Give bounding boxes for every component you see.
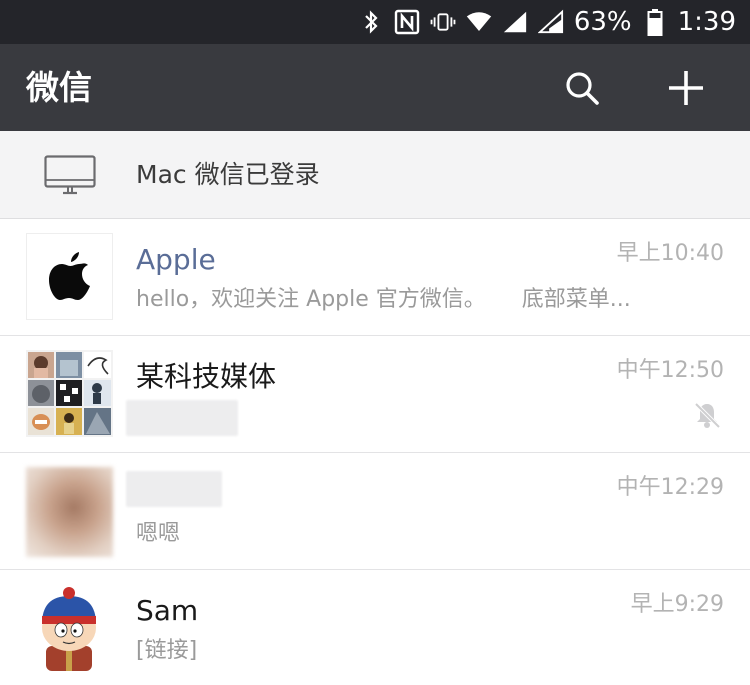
blurred-photo-avatar xyxy=(26,467,113,557)
cartoon-boy-avatar xyxy=(26,584,113,671)
chat-time: 早上10:40 xyxy=(616,241,724,266)
search-icon xyxy=(566,72,599,105)
clock: 1:39 xyxy=(677,7,736,37)
battery-icon xyxy=(642,9,668,36)
chat-name: Sam xyxy=(136,594,199,627)
chat-name: Apple xyxy=(136,243,216,276)
login-status-text: Mac 微信已登录 xyxy=(136,160,320,189)
signal-2-icon xyxy=(537,9,564,35)
nfc-icon xyxy=(394,9,420,35)
plus-icon xyxy=(669,71,703,105)
bluetooth-icon xyxy=(358,9,384,35)
desktop-login-banner[interactable]: Mac 微信已登录 xyxy=(0,131,750,219)
chat-preview: 嗯嗯 xyxy=(136,521,181,546)
chat-name: 某科技媒体 xyxy=(136,360,277,393)
chat-list: Apple 早上10:40 hello，欢迎关注 Apple 官方微信。 底部菜单… xyxy=(0,219,750,685)
monitor-icon xyxy=(44,155,96,195)
chat-time: 早上9:29 xyxy=(630,592,724,617)
title-bar: 微信 xyxy=(0,44,750,131)
redacted-preview xyxy=(126,400,238,436)
apple-logo-icon xyxy=(49,252,90,300)
page-title: 微信 xyxy=(26,68,92,107)
bell-muted-icon xyxy=(694,402,721,429)
photo-grid xyxy=(28,352,111,435)
chat-item-apple[interactable]: Apple 早上10:40 hello，欢迎关注 Apple 官方微信。 底部菜单… xyxy=(0,219,750,336)
add-button[interactable] xyxy=(664,66,708,110)
battery-percent: 63% xyxy=(573,7,632,37)
preview-text: hello，欢迎关注 Apple 官方微信。 xyxy=(136,287,486,312)
status-bar: 63% 1:39 xyxy=(0,0,750,44)
cartoon-boy xyxy=(42,587,96,671)
wifi-icon xyxy=(466,9,492,35)
chat-item-sam[interactable]: Sam 早上9:29 [链接] xyxy=(0,570,750,685)
signal-icon xyxy=(502,9,528,35)
chat-item-tech-media[interactable]: 某科技媒体 中午12:50 xyxy=(0,336,750,453)
chat-preview: hello，欢迎关注 Apple 官方微信。 底部菜单... xyxy=(136,285,656,315)
redacted-name xyxy=(126,471,222,507)
chat-preview: [链接] xyxy=(136,638,198,663)
chat-time: 中午12:50 xyxy=(616,358,724,383)
chat-item-contact[interactable]: 中午12:29 嗯嗯 xyxy=(0,453,750,570)
photo-grid-avatar xyxy=(26,350,113,437)
avatar xyxy=(26,233,113,320)
preview-tail: 底部菜单... xyxy=(521,287,631,312)
vibrate-icon xyxy=(430,9,456,35)
chat-time: 中午12:29 xyxy=(616,475,724,500)
search-button[interactable] xyxy=(560,66,604,110)
